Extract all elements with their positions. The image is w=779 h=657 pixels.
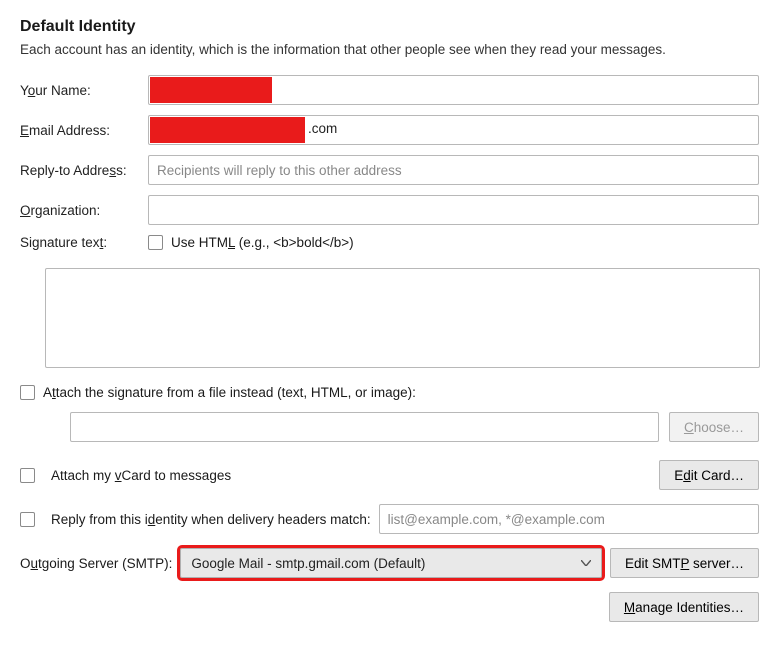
row-organization: Organization: [20,195,759,225]
label-reply-to: Reply-to Address: [20,163,148,178]
row-reply-identity: Reply from this identity when delivery h… [20,504,759,534]
reply-to-input[interactable] [148,155,759,185]
attach-vcard-label: Attach my vCard to messages [51,468,651,483]
use-html-label: Use HTML (e.g., <b>bold</b>) [171,235,354,250]
row-attach-file: Attach the signature from a file instead… [20,385,759,400]
signature-textarea[interactable] [45,268,760,368]
row-reply-to: Reply-to Address: [20,155,759,185]
reply-identity-input[interactable] [379,504,759,534]
row-signature-label: Signature text: Use HTML (e.g., <b>bold<… [20,235,759,250]
row-file-chooser: Choose… [70,412,759,442]
label-smtp: Outgoing Server (SMTP): [20,556,172,571]
section-heading: Default Identity [20,18,759,36]
signature-file-input[interactable] [70,412,659,442]
smtp-select-value: Google Mail - smtp.gmail.com (Default) [191,556,425,571]
label-organization: Organization: [20,203,148,218]
attach-vcard-checkbox[interactable] [20,468,35,483]
use-html-checkbox[interactable] [148,235,163,250]
label-email: Email Address: [20,123,148,138]
row-vcard: Attach my vCard to messages Edit Card… [20,460,759,490]
row-footer: Manage Identities… [20,592,759,622]
attach-file-checkbox[interactable] [20,385,35,400]
chevron-down-icon [581,560,591,566]
manage-identities-button[interactable]: Manage Identities… [609,592,759,622]
reply-identity-label: Reply from this identity when delivery h… [51,512,371,527]
edit-smtp-button[interactable]: Edit SMTP server… [610,548,759,578]
row-your-name: Your Name: [20,75,759,105]
row-email: Email Address: .com [20,115,759,145]
reply-identity-checkbox[interactable] [20,512,35,527]
redaction-name [150,77,272,103]
label-signature: Signature text: [20,235,148,250]
label-your-name: Your Name: [20,83,148,98]
section-description: Each account has an identity, which is t… [20,42,759,57]
redaction-email [150,117,305,143]
attach-file-label: Attach the signature from a file instead… [43,385,416,400]
smtp-select[interactable]: Google Mail - smtp.gmail.com (Default) [180,548,602,578]
row-smtp: Outgoing Server (SMTP): Google Mail - sm… [20,548,759,578]
edit-card-button[interactable]: Edit Card… [659,460,759,490]
organization-input[interactable] [148,195,759,225]
choose-button: Choose… [669,412,759,442]
